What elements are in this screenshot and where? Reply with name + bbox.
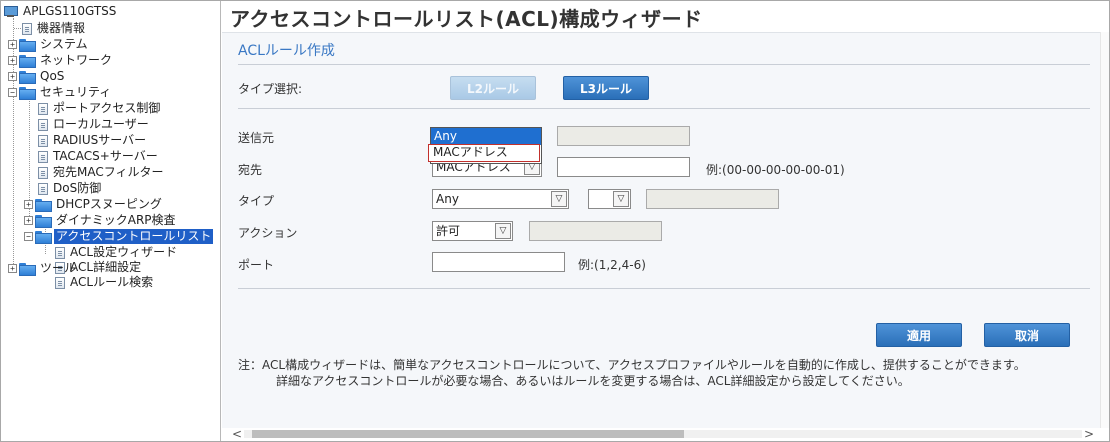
chevron-down-icon[interactable]: ▽ bbox=[551, 191, 567, 207]
document-icon bbox=[38, 134, 48, 147]
tree-item-acl-search[interactable]: ACLルール検索 bbox=[55, 275, 155, 290]
type-label: タイプ bbox=[238, 194, 275, 208]
navigation-tree: APLGS110GTSS 機器情報 + システム + ネットワーク + QoS … bbox=[1, 1, 221, 441]
tree-item-port-access[interactable]: ポートアクセス制御 bbox=[38, 101, 162, 116]
document-icon bbox=[38, 102, 48, 115]
action-select-value: 許可 bbox=[436, 224, 461, 238]
type-value-field bbox=[646, 189, 779, 209]
type-select-value: Any bbox=[436, 192, 459, 206]
document-icon bbox=[55, 246, 65, 259]
tree-item-tacacs[interactable]: TACACS+サーバー bbox=[38, 149, 160, 164]
document-icon bbox=[38, 150, 48, 163]
apply-button[interactable]: 適用 bbox=[876, 323, 962, 347]
port-label: ポート bbox=[238, 258, 275, 272]
folder-icon bbox=[19, 70, 36, 84]
expand-icon[interactable]: + bbox=[24, 216, 33, 225]
expand-icon[interactable]: + bbox=[8, 56, 17, 65]
source-label: 送信元 bbox=[238, 131, 275, 145]
document-icon bbox=[22, 22, 32, 35]
divider bbox=[238, 108, 1090, 109]
type-select[interactable]: Any ▽ bbox=[432, 189, 569, 209]
note-line-1: 注：ACL構成ウィザードは、簡単なアクセスコントロールについて、アクセスプロファ… bbox=[238, 358, 1026, 372]
document-icon bbox=[55, 276, 65, 289]
source-dropdown-list[interactable]: Any MACアドレス bbox=[428, 127, 542, 164]
divider bbox=[238, 64, 1090, 65]
document-icon bbox=[38, 182, 48, 195]
dest-label: 宛先 bbox=[238, 163, 263, 177]
folder-icon bbox=[19, 38, 36, 52]
tree-item-dhcp-snooping[interactable]: + DHCPスヌーピング bbox=[24, 197, 164, 212]
tree-item-qos[interactable]: + QoS bbox=[8, 69, 66, 84]
content-area: ACLルール作成 タイプ選択: L2ルール L3ルール 送信元 宛先 MACアド… bbox=[222, 32, 1102, 428]
dest-hint: 例:(00-00-00-00-00-01) bbox=[706, 163, 845, 177]
scroll-left-icon[interactable]: < bbox=[232, 428, 242, 440]
port-hint: 例:(1,2,4-6) bbox=[578, 258, 646, 272]
tree-item-system[interactable]: + システム bbox=[8, 37, 90, 52]
tree-item-mac-filter[interactable]: 宛先MACフィルター bbox=[38, 165, 166, 180]
horizontal-scrollbar[interactable]: < > bbox=[232, 428, 1094, 440]
folder-icon bbox=[35, 214, 52, 228]
chevron-down-icon[interactable]: ▽ bbox=[495, 223, 511, 239]
expand-icon[interactable]: + bbox=[8, 264, 17, 273]
main-panel: アクセスコントロールリスト(ACL)構成ウィザード ACLルール作成 タイプ選択… bbox=[222, 1, 1109, 441]
vertical-scrollbar[interactable] bbox=[1100, 32, 1109, 428]
tree-root[interactable]: APLGS110GTSS bbox=[4, 4, 118, 19]
folder-icon bbox=[35, 198, 52, 212]
l3-rule-button[interactable]: L3ルール bbox=[563, 76, 649, 100]
document-icon bbox=[38, 166, 48, 179]
port-input[interactable] bbox=[432, 252, 565, 272]
tree-connector bbox=[14, 28, 21, 29]
note-line-2: 詳細なアクセスコントロールが必要な場合、あるいはルールを変更する場合は、ACL詳… bbox=[276, 374, 910, 388]
folder-icon bbox=[19, 54, 36, 68]
dest-input[interactable] bbox=[557, 157, 690, 177]
scroll-thumb[interactable] bbox=[252, 430, 684, 438]
tree-item-local-user[interactable]: ローカルユーザー bbox=[38, 117, 151, 132]
tree-item-tools[interactable]: + ツール bbox=[8, 261, 78, 276]
scroll-right-icon[interactable]: > bbox=[1084, 428, 1094, 440]
type-select-label: タイプ選択: bbox=[238, 82, 303, 96]
tree-item-security[interactable]: − セキュリティ bbox=[8, 85, 113, 100]
note-text: 注：ACL構成ウィザードは、簡単なアクセスコントロールについて、アクセスプロファ… bbox=[238, 357, 1026, 389]
tree-item-acl[interactable]: − アクセスコントロールリスト bbox=[24, 229, 214, 244]
expand-icon[interactable]: + bbox=[24, 200, 33, 209]
folder-icon bbox=[19, 262, 36, 276]
tree-item-arp-inspection[interactable]: + ダイナミックARP検査 bbox=[24, 213, 178, 228]
action-select[interactable]: 許可 ▽ bbox=[432, 221, 513, 241]
cancel-button[interactable]: 取消 bbox=[984, 323, 1070, 347]
divider bbox=[238, 288, 1090, 289]
chevron-down-icon[interactable]: ▽ bbox=[613, 191, 629, 207]
section-title: ACLルール作成 bbox=[238, 43, 335, 59]
folder-open-icon bbox=[35, 230, 52, 244]
tree-item-dos[interactable]: DoS防御 bbox=[38, 181, 103, 196]
page-title: アクセスコントロールリスト(ACL)構成ウィザード bbox=[230, 7, 703, 31]
expand-icon[interactable]: + bbox=[8, 40, 17, 49]
folder-open-icon bbox=[19, 86, 36, 100]
type-sub-select[interactable]: ▽ bbox=[588, 189, 631, 209]
collapse-icon[interactable]: − bbox=[24, 232, 33, 241]
collapse-icon[interactable]: − bbox=[8, 88, 17, 97]
source-option-mac[interactable]: MACアドレス bbox=[428, 144, 540, 162]
l2-rule-button[interactable]: L2ルール bbox=[450, 76, 536, 100]
computer-icon bbox=[4, 5, 18, 18]
expand-icon[interactable]: + bbox=[8, 72, 17, 81]
tree-item-network[interactable]: + ネットワーク bbox=[8, 53, 114, 68]
tree-item-acl-wizard[interactable]: ACL設定ウィザード bbox=[55, 245, 179, 260]
action-label: アクション bbox=[238, 226, 298, 240]
tree-item-radius[interactable]: RADIUSサーバー bbox=[38, 133, 148, 148]
action-value-field bbox=[529, 221, 662, 241]
source-option-any[interactable]: Any bbox=[431, 128, 541, 145]
document-icon bbox=[38, 118, 48, 131]
source-value-field bbox=[557, 126, 690, 146]
tree-item-device-info[interactable]: 機器情報 bbox=[22, 21, 87, 36]
